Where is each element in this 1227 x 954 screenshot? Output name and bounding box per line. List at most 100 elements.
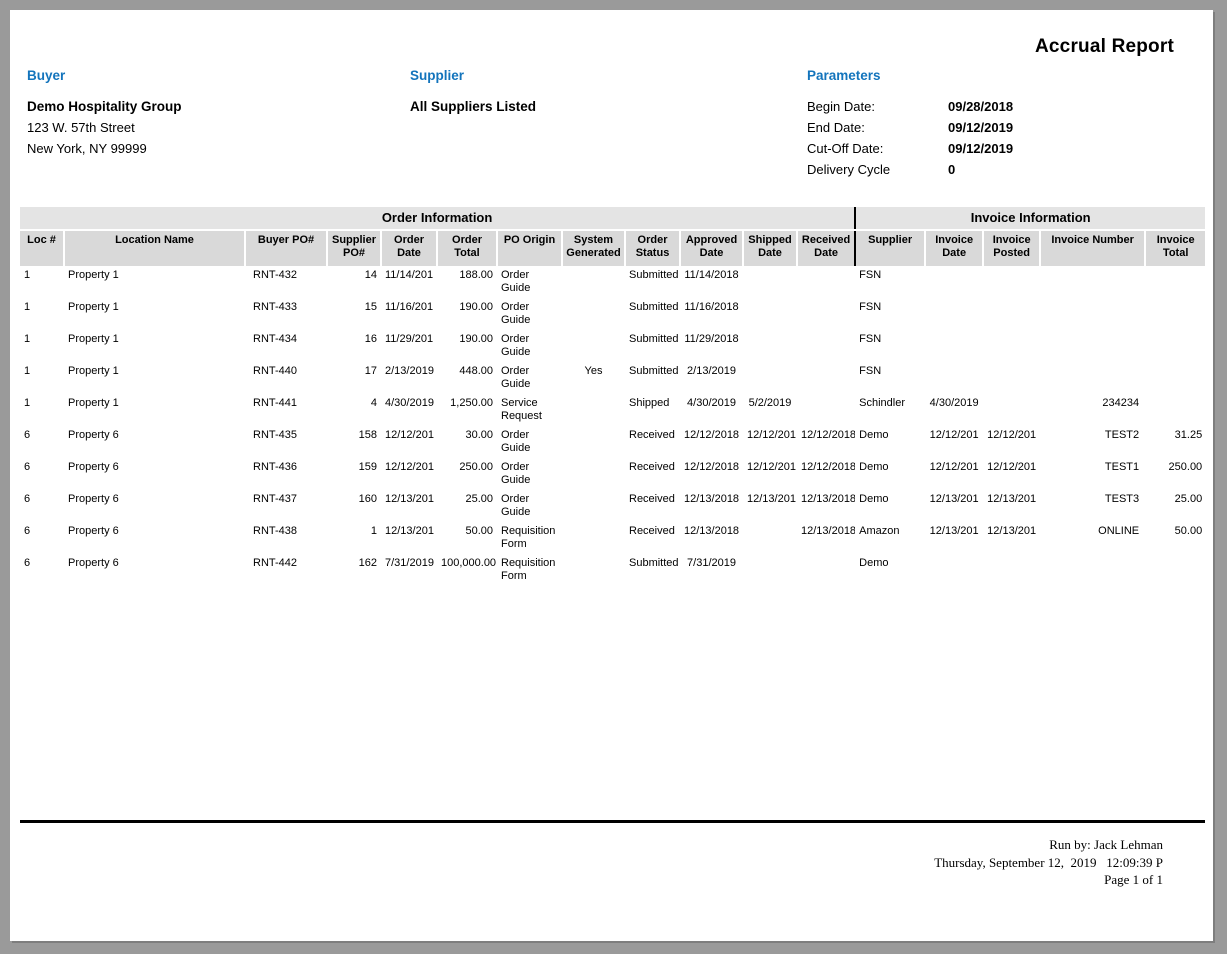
table-row: 6Property 6RNT-4421627/31/2019100,000.00… bbox=[20, 554, 1205, 586]
buyer-heading: Buyer bbox=[27, 68, 357, 83]
cell-location_name: Property 1 bbox=[64, 298, 245, 330]
cell-invoice_posted bbox=[983, 330, 1040, 362]
cell-buyer_po: RNT-433 bbox=[245, 298, 327, 330]
cell-shipped_date bbox=[743, 298, 797, 330]
cell-invoice_date: 12/12/201 bbox=[925, 458, 983, 490]
table-body: 1Property 1RNT-4321411/14/201188.00Order… bbox=[20, 266, 1205, 586]
column-header-invoice_total: Invoice Total bbox=[1145, 230, 1205, 266]
parameter-value: 09/12/2019 bbox=[948, 138, 1013, 159]
parameter-value: 09/28/2018 bbox=[948, 96, 1013, 117]
cell-order_date: 12/12/201 bbox=[381, 426, 437, 458]
cell-system_generated bbox=[562, 490, 625, 522]
cell-order_status: Shipped bbox=[625, 394, 680, 426]
cell-order_status: Submitted bbox=[625, 330, 680, 362]
cell-approved_date: 11/29/2018 bbox=[680, 330, 743, 362]
footer-page: Page 1 of 1 bbox=[934, 871, 1163, 889]
cell-invoice_posted bbox=[983, 298, 1040, 330]
cell-order_date: 12/13/201 bbox=[381, 522, 437, 554]
cell-shipped_date bbox=[743, 266, 797, 298]
cell-supplier: Demo bbox=[855, 426, 925, 458]
cell-invoice_posted bbox=[983, 394, 1040, 426]
column-header-approved_date: Approved Date bbox=[680, 230, 743, 266]
cell-invoice_total bbox=[1145, 362, 1205, 394]
cell-supplier: Demo bbox=[855, 554, 925, 586]
cell-supplier_po: 16 bbox=[327, 330, 381, 362]
cell-loc: 1 bbox=[20, 394, 64, 426]
cell-supplier_po: 1 bbox=[327, 522, 381, 554]
cell-approved_date: 7/31/2019 bbox=[680, 554, 743, 586]
cell-invoice_date: 12/13/201 bbox=[925, 490, 983, 522]
table-row: 1Property 1RNT-4321411/14/201188.00Order… bbox=[20, 266, 1205, 298]
cell-order_date: 12/13/201 bbox=[381, 490, 437, 522]
cell-order_date: 11/29/201 bbox=[381, 330, 437, 362]
cell-order_total: 250.00 bbox=[437, 458, 497, 490]
cell-order_date: 12/12/201 bbox=[381, 458, 437, 490]
cell-supplier: Demo bbox=[855, 490, 925, 522]
buyer-name: Demo Hospitality Group bbox=[27, 96, 357, 117]
cell-invoice_posted bbox=[983, 554, 1040, 586]
cell-approved_date: 12/13/2018 bbox=[680, 490, 743, 522]
cell-order_date: 4/30/2019 bbox=[381, 394, 437, 426]
cell-shipped_date bbox=[743, 330, 797, 362]
cell-invoice_total bbox=[1145, 330, 1205, 362]
cell-location_name: Property 6 bbox=[64, 426, 245, 458]
cell-approved_date: 11/14/2018 bbox=[680, 266, 743, 298]
cell-order_status: Submitted bbox=[625, 362, 680, 394]
parameter-label: Begin Date: bbox=[807, 96, 948, 117]
cell-buyer_po: RNT-441 bbox=[245, 394, 327, 426]
cell-approved_date: 12/12/2018 bbox=[680, 458, 743, 490]
cell-order_total: 190.00 bbox=[437, 298, 497, 330]
cell-invoice_date bbox=[925, 330, 983, 362]
cell-buyer_po: RNT-435 bbox=[245, 426, 327, 458]
cell-invoice_date: 4/30/2019 bbox=[925, 394, 983, 426]
cell-po_origin: Requisition Form bbox=[497, 554, 562, 586]
cell-approved_date: 4/30/2019 bbox=[680, 394, 743, 426]
table-row: 1Property 1RNT-4341611/29/201190.00Order… bbox=[20, 330, 1205, 362]
cell-order_total: 50.00 bbox=[437, 522, 497, 554]
cell-buyer_po: RNT-437 bbox=[245, 490, 327, 522]
column-header-location_name: Location Name bbox=[64, 230, 245, 266]
cell-order_status: Received bbox=[625, 490, 680, 522]
cell-approved_date: 12/12/2018 bbox=[680, 426, 743, 458]
footer-divider bbox=[20, 820, 1205, 823]
column-header-invoice_number: Invoice Number bbox=[1040, 230, 1145, 266]
cell-invoice_posted: 12/12/201 bbox=[983, 458, 1040, 490]
cell-buyer_po: RNT-434 bbox=[245, 330, 327, 362]
cell-order_date: 7/31/2019 bbox=[381, 554, 437, 586]
cell-invoice_total: 31.25 bbox=[1145, 426, 1205, 458]
table-row: 6Property 6RNT-43515812/12/20130.00Order… bbox=[20, 426, 1205, 458]
cell-order_total: 25.00 bbox=[437, 490, 497, 522]
parameter-value: 09/12/2019 bbox=[948, 117, 1013, 138]
cell-received_date bbox=[797, 554, 855, 586]
cell-order_status: Received bbox=[625, 458, 680, 490]
cell-received_date bbox=[797, 394, 855, 426]
buyer-address-line2: New York, NY 99999 bbox=[27, 138, 357, 159]
group-header: Invoice Information bbox=[855, 207, 1205, 230]
cell-system_generated bbox=[562, 554, 625, 586]
cell-supplier_po: 17 bbox=[327, 362, 381, 394]
cell-supplier: Schindler bbox=[855, 394, 925, 426]
column-header-invoice_posted: Invoice Posted bbox=[983, 230, 1040, 266]
parameter-row: Begin Date:09/28/2018 bbox=[807, 96, 1187, 117]
cell-invoice_number: TEST1 bbox=[1040, 458, 1145, 490]
cell-received_date: 12/13/2018 bbox=[797, 490, 855, 522]
cell-supplier: Amazon bbox=[855, 522, 925, 554]
cell-loc: 1 bbox=[20, 362, 64, 394]
cell-po_origin: Order Guide bbox=[497, 458, 562, 490]
cell-buyer_po: RNT-438 bbox=[245, 522, 327, 554]
supplier-section: Supplier All Suppliers Listed bbox=[410, 68, 740, 117]
cell-system_generated bbox=[562, 458, 625, 490]
cell-supplier_po: 162 bbox=[327, 554, 381, 586]
cell-invoice_number bbox=[1040, 554, 1145, 586]
cell-supplier: FSN bbox=[855, 362, 925, 394]
parameter-label: End Date: bbox=[807, 117, 948, 138]
cell-received_date bbox=[797, 330, 855, 362]
column-header-invoice_date: Invoice Date bbox=[925, 230, 983, 266]
buyer-section: Buyer Demo Hospitality Group 123 W. 57th… bbox=[27, 68, 357, 159]
cell-location_name: Property 6 bbox=[64, 522, 245, 554]
cell-shipped_date bbox=[743, 522, 797, 554]
cell-loc: 1 bbox=[20, 330, 64, 362]
parameter-row: End Date:09/12/2019 bbox=[807, 117, 1187, 138]
cell-system_generated bbox=[562, 330, 625, 362]
cell-system_generated bbox=[562, 266, 625, 298]
